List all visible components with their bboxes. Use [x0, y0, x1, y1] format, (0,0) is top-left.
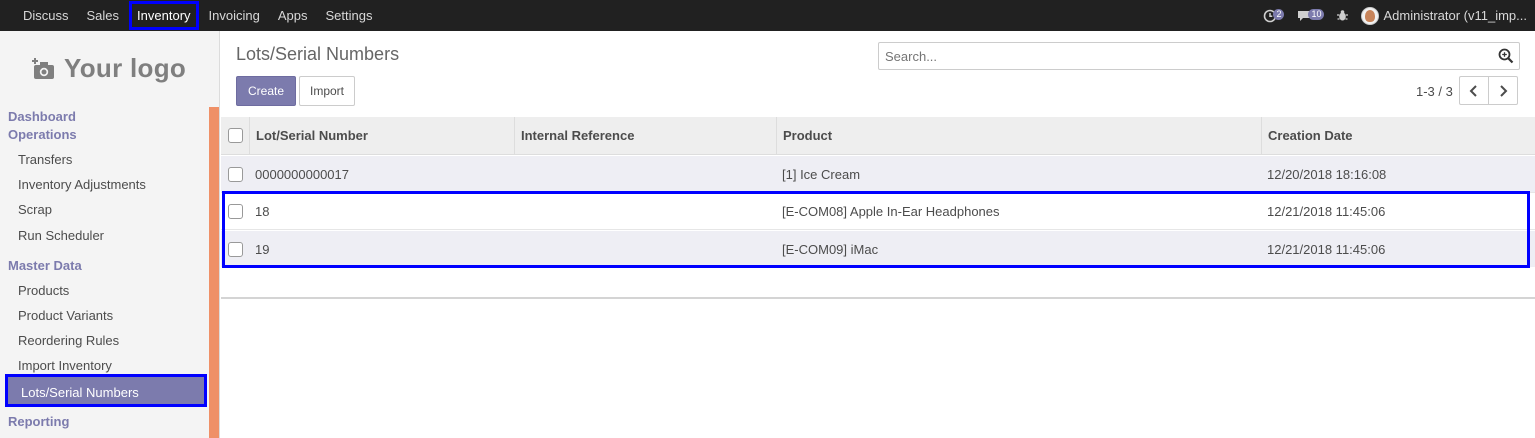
camera-plus-icon: [32, 57, 54, 79]
sidebar: Your logo Dashboard Operations Transfers…: [0, 31, 220, 438]
row-checkbox[interactable]: [228, 242, 243, 257]
cell-product: [E-COM09] iMac: [782, 242, 879, 257]
search-input[interactable]: [879, 43, 1479, 69]
cell-creation-date: 12/21/2018 11:45:06: [1267, 204, 1386, 219]
table-header: Lot/Serial Number Internal Reference Pro…: [221, 117, 1535, 155]
sidebar-item-transfers[interactable]: Transfers: [18, 152, 72, 167]
select-all-checkbox[interactable]: [228, 128, 243, 143]
top-navbar: Discuss Sales Inventory Invoicing Apps S…: [0, 0, 1535, 31]
sidebar-item-run-scheduler[interactable]: Run Scheduler: [18, 228, 104, 243]
sidebar-item-inventory-adjustments[interactable]: Inventory Adjustments: [18, 177, 146, 192]
cell-internal-reference: [514, 231, 520, 268]
column-header-lot[interactable]: Lot/Serial Number: [249, 117, 515, 155]
menu-settings[interactable]: Settings: [316, 0, 381, 31]
app-menu: Discuss Sales Inventory Invoicing Apps S…: [14, 0, 381, 31]
search-bar: [878, 42, 1520, 70]
menu-discuss[interactable]: Discuss: [14, 0, 78, 31]
cell-lot: 18: [255, 204, 270, 219]
pager-value[interactable]: 1-3 / 3: [1416, 84, 1453, 99]
bug-icon: [1337, 10, 1349, 21]
messages-count-badge: 10: [1308, 9, 1325, 20]
company-logo[interactable]: Your logo: [32, 53, 186, 84]
user-menu[interactable]: Administrator (v11_imp...: [1361, 6, 1527, 25]
table-row[interactable]: 18 [E-COM08] Apple In-Ear Headphones 12/…: [221, 193, 1535, 230]
chevron-right-icon: [1500, 84, 1508, 97]
logo-text: Your logo: [64, 53, 187, 83]
menu-invoicing[interactable]: Invoicing: [200, 0, 269, 31]
cell-product: [1] Ice Cream: [782, 167, 861, 182]
create-button[interactable]: Create: [236, 76, 296, 106]
import-button[interactable]: Import: [299, 76, 355, 106]
messages-menu[interactable]: 10: [1296, 9, 1325, 23]
column-header-creation-date[interactable]: Creation Date: [1261, 117, 1535, 155]
row-checkbox[interactable]: [228, 167, 243, 182]
menu-sales[interactable]: Sales: [78, 0, 129, 31]
table-footer: [221, 267, 1535, 299]
avatar: [1361, 6, 1380, 25]
sidebar-accent-bar: [209, 107, 219, 438]
cell-lot: 19: [255, 242, 270, 257]
menu-inventory[interactable]: Inventory: [128, 0, 200, 31]
page-title: Lots/Serial Numbers: [236, 44, 400, 64]
magnifier-icon[interactable]: [1498, 48, 1514, 64]
activity-menu[interactable]: 2: [1263, 9, 1285, 23]
cell-product: [E-COM08] Apple In-Ear Headphones: [782, 204, 1000, 219]
user-name: Administrator (v11_imp...: [1383, 8, 1527, 23]
sidebar-heading-operations[interactable]: Operations: [8, 127, 77, 142]
cell-creation-date: 12/20/2018 18:16:08: [1267, 167, 1387, 182]
table-row[interactable]: 0000000000017 [1] Ice Cream 12/20/2018 1…: [221, 156, 1535, 193]
sidebar-item-lots-serial-numbers[interactable]: Lots/Serial Numbers: [5, 374, 207, 407]
chevron-left-icon: [1469, 84, 1477, 97]
sidebar-heading-reporting[interactable]: Reporting: [8, 414, 69, 429]
row-checkbox[interactable]: [228, 204, 243, 219]
activity-count-badge: 2: [1273, 9, 1285, 20]
cell-lot: 0000000000017: [255, 167, 349, 182]
menu-apps[interactable]: Apps: [269, 0, 317, 31]
cell-creation-date: 12/21/2018 11:45:06: [1267, 242, 1386, 257]
column-header-internal-reference[interactable]: Internal Reference: [514, 117, 776, 155]
cell-internal-reference: [514, 193, 520, 230]
sidebar-item-products[interactable]: Products: [18, 283, 69, 298]
sidebar-item-scrap[interactable]: Scrap: [18, 202, 52, 217]
column-header-product[interactable]: Product: [776, 117, 1262, 155]
table-row[interactable]: 19 [E-COM09] iMac 12/21/2018 11:45:06: [221, 231, 1535, 268]
systray: 2 10 Administrator (v11_imp...: [1263, 0, 1527, 31]
sidebar-heading-master-data[interactable]: Master Data: [8, 258, 82, 273]
debug-menu[interactable]: [1336, 9, 1349, 22]
sidebar-heading-dashboard[interactable]: Dashboard: [8, 109, 76, 124]
cell-internal-reference: [514, 156, 520, 193]
pager-next-button[interactable]: [1488, 76, 1518, 105]
sidebar-item-product-variants[interactable]: Product Variants: [18, 308, 113, 323]
sidebar-item-import-inventory[interactable]: Import Inventory: [18, 358, 112, 373]
pager-previous-button[interactable]: [1459, 76, 1489, 105]
sidebar-item-reordering-rules[interactable]: Reordering Rules: [18, 333, 119, 348]
